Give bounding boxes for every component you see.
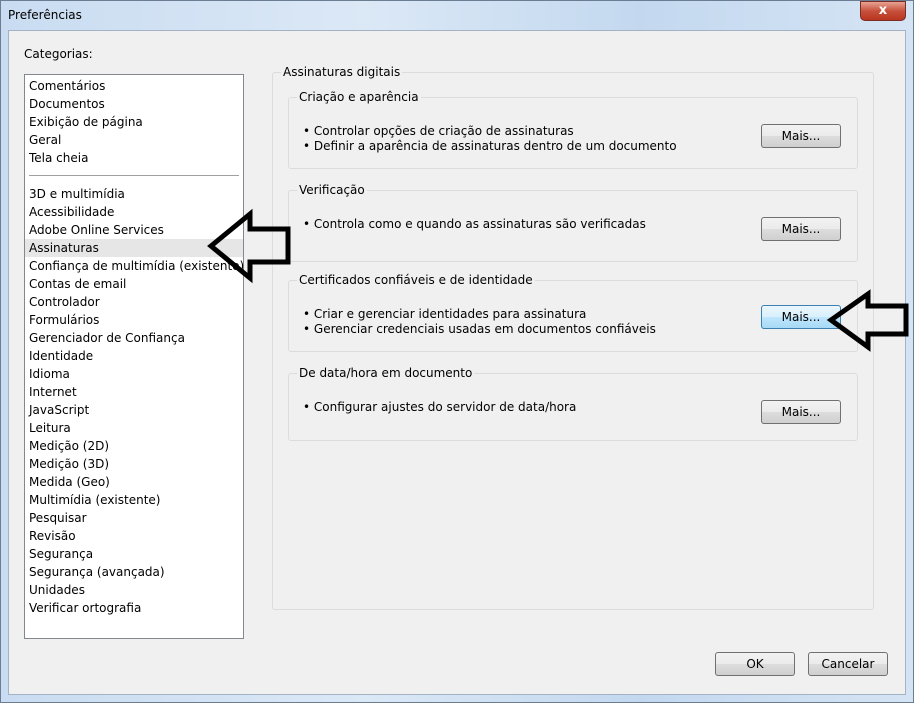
category-item[interactable]: JavaScript [25, 401, 243, 419]
category-item[interactable]: Revisão [25, 527, 243, 545]
category-item[interactable]: Segurança [25, 545, 243, 563]
category-item[interactable]: Documentos [25, 95, 243, 113]
section-bullet: • Criar e gerenciar identidades para ass… [303, 307, 587, 321]
ok-button[interactable]: OK [715, 652, 795, 676]
category-item[interactable]: Comentários [25, 77, 243, 95]
section-title: Criação e aparência [297, 90, 421, 104]
category-item[interactable]: Multimídia (existente) [25, 491, 243, 509]
category-item[interactable]: Internet [25, 383, 243, 401]
categories-list[interactable]: Comentários Documentos Exibição de página G… [24, 74, 244, 639]
category-item[interactable]: Idioma [25, 365, 243, 383]
category-item[interactable]: Medição (3D) [25, 455, 243, 473]
section-title: De data/hora em documento [297, 366, 475, 380]
category-item[interactable]: Tela cheia [25, 149, 243, 167]
section-bullet: • Definir a aparência de assinaturas den… [303, 139, 677, 153]
group-title: Assinaturas digitais [281, 65, 403, 79]
section-bullet: • Gerenciar credenciais usadas em docume… [303, 322, 656, 336]
more-button[interactable]: Mais... [761, 124, 841, 148]
categories-label: Categorias: [24, 47, 93, 61]
category-item[interactable]: Unidades [25, 581, 243, 599]
category-item[interactable]: Gerenciador de Confiança [25, 329, 243, 347]
category-item[interactable]: Leitura [25, 419, 243, 437]
section-bullet: • Controla como e quando as assinaturas … [303, 217, 646, 231]
arrow-left-icon [207, 208, 291, 284]
cancel-button[interactable]: Cancelar [808, 652, 888, 676]
section-bullet: • Controlar opções de criação de assinat… [303, 124, 574, 138]
category-item[interactable]: 3D e multimídia [25, 185, 243, 203]
category-item[interactable]: Medida (Geo) [25, 473, 243, 491]
more-button[interactable]: Mais... [761, 400, 841, 424]
category-item[interactable]: Pesquisar [25, 509, 243, 527]
category-item[interactable]: Exibição de página [25, 113, 243, 131]
section-bullet: • Configurar ajustes do servidor de data… [303, 400, 577, 414]
category-item[interactable]: Segurança (avançada) [25, 563, 243, 581]
category-item[interactable]: Verificar ortografia [25, 599, 243, 617]
list-divider [29, 175, 239, 176]
category-item[interactable]: Formulários [25, 311, 243, 329]
category-item[interactable]: Geral [25, 131, 243, 149]
close-button[interactable]: x [860, 1, 906, 21]
section-title: Certificados confiáveis e de identidade [297, 273, 535, 287]
more-button[interactable]: Mais... [761, 217, 841, 241]
category-item[interactable]: Controlador [25, 293, 243, 311]
category-item[interactable]: Identidade [25, 347, 243, 365]
window-title: Preferências [8, 8, 82, 22]
section-title: Verificação [297, 183, 367, 197]
category-item[interactable]: Medição (2D) [25, 437, 243, 455]
arrow-left-icon [826, 289, 909, 352]
